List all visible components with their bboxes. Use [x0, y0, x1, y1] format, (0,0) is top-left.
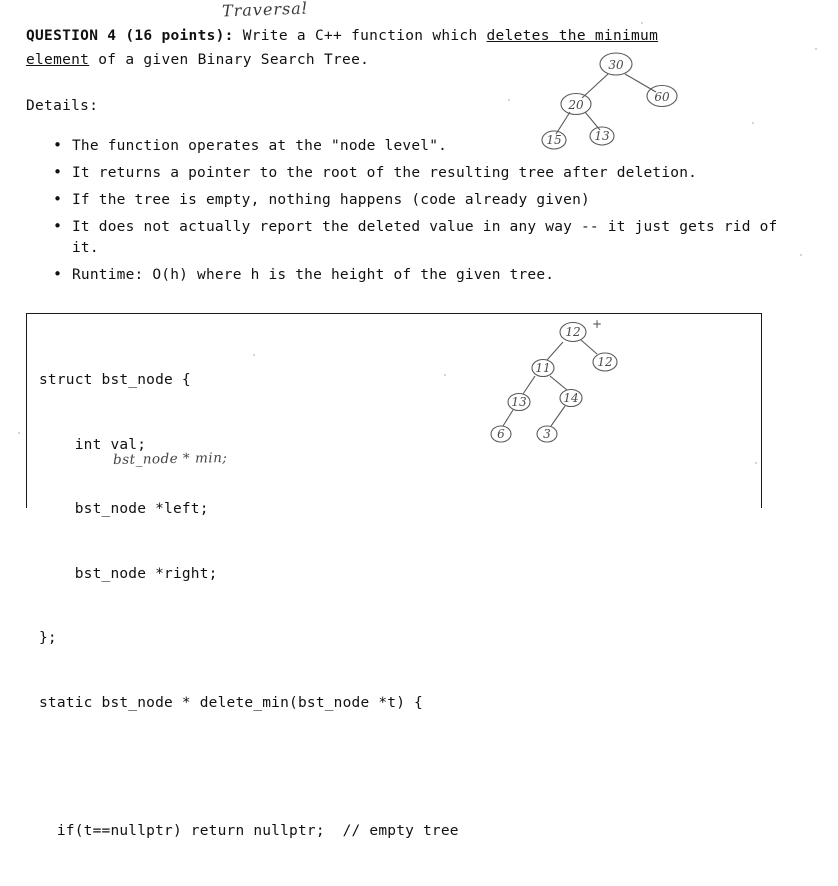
code-line: struct bst_node {: [39, 372, 191, 388]
scan-speck: [444, 374, 446, 376]
tree-node-label: 3: [543, 427, 551, 441]
scan-speck: [800, 254, 802, 256]
code-answer-box: struct bst_node { int val; bst_node *lef…: [26, 313, 762, 839]
handwritten-mark: +: [592, 317, 602, 331]
scan-speck: [752, 122, 754, 124]
list-item: Runtime: O(h) where h is the height of t…: [53, 264, 812, 286]
code-line: };: [39, 630, 57, 646]
question-line-2: element of a given Binary Search Tree.: [26, 52, 369, 68]
scan-speck: [508, 99, 510, 101]
tree-node-label: 11: [535, 361, 550, 375]
question-text-after: of a given Binary Search Tree.: [89, 52, 370, 68]
scanned-exam-page: Traversal QUESTION 4 (16 points): Write …: [0, 0, 838, 839]
tree-node-label: 30: [608, 58, 624, 72]
tree-node-label: 15: [546, 133, 561, 147]
scan-speck: [253, 354, 255, 356]
scan-speck: [641, 22, 643, 24]
question-underlined-1: deletes the minimum: [486, 28, 659, 44]
handdrawn-tree-top: 30 20 60 15 13: [541, 52, 678, 150]
question-line-1: QUESTION 4 (16 points): Write a C++ func…: [26, 28, 658, 44]
tree-node-label: 13: [594, 129, 610, 143]
tree-node-label: 13: [511, 395, 527, 409]
tree-node-label: 20: [567, 98, 584, 112]
tree-node-label: 6: [497, 427, 505, 441]
code-line: bst_node *right;: [39, 565, 218, 582]
code-line: bst_node *left;: [39, 501, 209, 517]
scan-speck: [303, 10, 305, 12]
handwritten-title: Traversal: [221, 0, 309, 21]
question-label: QUESTION 4 (16 points):: [26, 28, 234, 44]
question-underlined-2: element: [26, 52, 90, 68]
tree-node-label: 60: [654, 90, 670, 104]
handwritten-code-note: bst_node * min;: [112, 450, 228, 468]
code-listing: struct bst_node { int val; bst_node *lef…: [39, 327, 459, 886]
question-text-before: Write a C++ function which: [233, 28, 487, 44]
tree-node-label: 14: [563, 391, 578, 405]
tree-node-label: 12: [597, 355, 612, 369]
scan-speck: [755, 462, 757, 464]
list-item: If the tree is empty, nothing happens (c…: [53, 189, 812, 211]
code-line: if(t==nullptr) return nullptr; // empty …: [39, 823, 459, 839]
list-item: It does not actually report the deleted …: [53, 216, 812, 259]
code-line: int val;: [39, 436, 147, 453]
handdrawn-tree-bottom: 12 11 12 13 14 6 3 +: [490, 317, 618, 443]
tree-node-label: 12: [565, 325, 580, 339]
code-line: static bst_node * delete_min(bst_node *t…: [39, 694, 423, 711]
scan-speck: [18, 432, 20, 434]
scan-speck: [815, 48, 817, 50]
details-label: Details:: [26, 98, 99, 114]
